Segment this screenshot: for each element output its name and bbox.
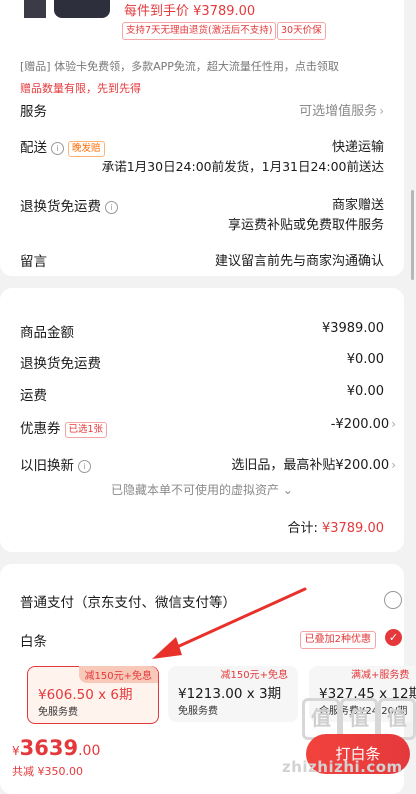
installment-plan-3[interactable]: 减150元+免息 ¥1213.00 x 3期 免服务费 bbox=[168, 666, 298, 722]
tradein-selector[interactable]: 选旧品，最高补贴¥200.00 › bbox=[231, 454, 396, 473]
coupon-selector[interactable]: -¥200.00 › bbox=[331, 417, 396, 432]
annotation-arrow bbox=[152, 587, 307, 659]
return-shipping-line1: 商家赠送 bbox=[331, 198, 384, 213]
coupon-value: -¥200.00 bbox=[330, 417, 390, 432]
product-image[interactable] bbox=[54, 0, 110, 18]
service-value: 可选增值服务 bbox=[299, 104, 378, 119]
message-label: 留言 bbox=[20, 254, 47, 270]
chevron-down-icon: ⌄ bbox=[279, 483, 293, 497]
installment-plan-6[interactable]: 减150元+免息 ¥606.50 x 6期 免服务费 bbox=[27, 666, 159, 724]
plan-promo-tag: 减150元+免息 bbox=[78, 666, 158, 683]
scrollbar[interactable] bbox=[411, 190, 414, 280]
final-price: ¥3639.00 bbox=[12, 736, 100, 760]
plan-amount: ¥1213.00 x 3期 bbox=[178, 686, 282, 702]
return-shipping-line2: 享运费补贴或免费取件服务 bbox=[227, 218, 384, 233]
chevron-right-icon: › bbox=[391, 417, 396, 431]
freight-label: 运费 bbox=[20, 388, 47, 404]
plan-fee: 免服务费 bbox=[178, 706, 218, 717]
price-integer: 3639 bbox=[19, 736, 79, 760]
info-icon[interactable]: i bbox=[105, 201, 118, 214]
return-policy-tag: 支持7天无理由退货(激活后不支持) bbox=[122, 22, 277, 40]
baitiao-radio-checked[interactable]: ✓ bbox=[385, 629, 402, 646]
each-price: 每件到手价 ¥3789.00 bbox=[124, 4, 256, 19]
hidden-assets-toggle[interactable]: 已隐藏本单不可使用的虚拟资产 ⌄ bbox=[0, 481, 404, 498]
hidden-assets-text: 已隐藏本单不可使用的虚拟资产 bbox=[111, 483, 280, 497]
price-decimal: .00 bbox=[78, 743, 101, 759]
total-value: ¥3789.00 bbox=[321, 521, 384, 536]
coupon-selected-tag: 已选1张 bbox=[64, 422, 108, 438]
return-shipping-fee-label: 退换货免运费 bbox=[20, 356, 101, 372]
return-shipping-label: 退换货免运费 bbox=[20, 199, 101, 215]
watermark-url: zhizhizhi.com bbox=[282, 758, 403, 776]
gift-line[interactable]: [赠品] 体验卡免费领，多款APP免流，超大流量任性用，点击领取 bbox=[20, 58, 339, 74]
service-selector[interactable]: 可选增值服务 › bbox=[299, 100, 384, 119]
late-compensation-tag: 晚发赔 bbox=[68, 141, 105, 157]
service-label: 服务 bbox=[20, 104, 47, 120]
total-saved: 共减 ¥350.00 bbox=[12, 765, 83, 778]
chevron-right-icon: › bbox=[391, 458, 396, 472]
stacked-discount-badge: 已叠加2种优惠 bbox=[299, 631, 376, 649]
tradein-label-row: 以旧换新 i bbox=[20, 454, 91, 474]
info-icon[interactable]: i bbox=[78, 460, 91, 473]
plan-fee: 免服务费 bbox=[38, 707, 78, 718]
normal-payment-radio[interactable] bbox=[384, 591, 402, 609]
plan-promo-tag: 满减+服务费 bbox=[351, 670, 410, 681]
goods-amount-value: ¥3989.00 bbox=[321, 321, 384, 336]
return-shipping-fee-value: ¥0.00 bbox=[346, 352, 384, 367]
goods-amount-label: 商品金额 bbox=[20, 325, 74, 341]
currency-symbol: ¥ bbox=[12, 744, 20, 758]
coupon-label: 优惠券 bbox=[20, 421, 61, 437]
total-row: 合计: ¥3789.00 bbox=[287, 517, 384, 536]
delivery-method[interactable]: 快递运输 bbox=[332, 136, 384, 155]
gift-limit-note: 赠品数量有限，先到先得 bbox=[20, 82, 141, 95]
total-label: 合计: bbox=[287, 521, 318, 536]
coupon-label-row: 优惠券 已选1张 bbox=[20, 417, 108, 438]
delivery-label: 配送 bbox=[20, 140, 47, 156]
price-protect-tag: 30天价保 bbox=[277, 22, 326, 40]
baitiao-label[interactable]: 白条 bbox=[20, 630, 47, 650]
tradein-value: 选旧品，最高补贴¥200.00 bbox=[231, 458, 390, 473]
tradein-label: 以旧换新 bbox=[20, 458, 74, 474]
plan-promo-tag: 减150元+免息 bbox=[220, 670, 288, 681]
delivery-promise: 承诺1月30日24:00前发货，1月31日24:00前送达 bbox=[101, 159, 384, 174]
return-shipping-label-row: 退换货免运费 i bbox=[20, 195, 118, 215]
freight-value: ¥0.00 bbox=[346, 384, 384, 399]
chevron-right-icon: › bbox=[379, 104, 384, 118]
message-input[interactable]: 建议留言前先与商家沟通确认 bbox=[215, 250, 384, 269]
info-icon[interactable]: i bbox=[51, 142, 64, 155]
delivery-label-row: 配送 i 晚发赔 bbox=[20, 136, 105, 157]
order-items-card: 每件到手价 ¥3789.00 支持7天无理由退货(激活后不支持) 30天价保 [… bbox=[0, 0, 404, 276]
plan-amount: ¥606.50 x 6期 bbox=[38, 687, 133, 703]
product-thumbnail[interactable] bbox=[24, 0, 46, 18]
